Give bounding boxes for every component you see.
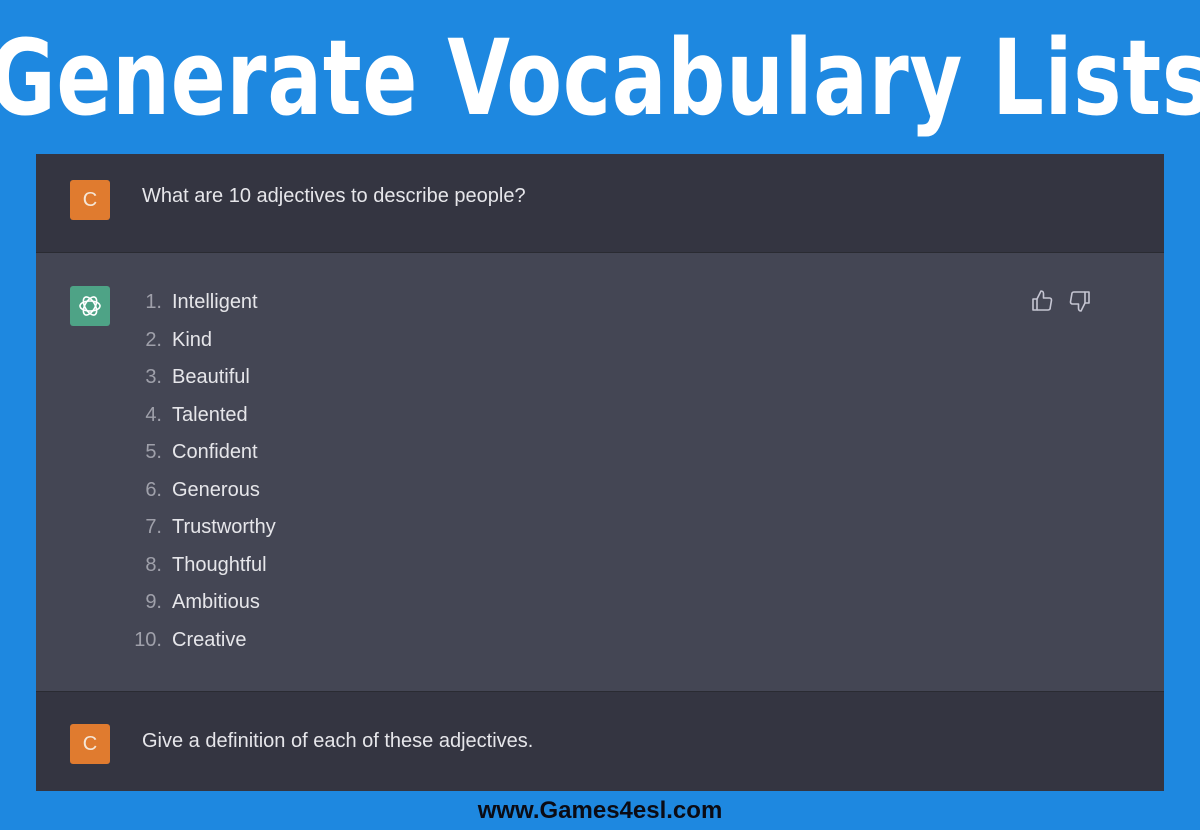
openai-logo-icon	[70, 286, 110, 326]
adjective-list: 1. Intelligent 2. Kind 3. Beautiful 4. Talen…	[126, 291, 276, 666]
banner-title: Generate Vocabulary Lists	[0, 16, 1200, 139]
assistant-message: 1. Intelligent 2. Kind 3. Beautiful 4. Talen…	[36, 253, 1164, 691]
user-message: C What are 10 adjectives to describe peo…	[36, 154, 1164, 253]
user-avatar: C	[70, 724, 110, 764]
list-item: 2. Kind	[145, 328, 213, 351]
user-message: C Give a definition of each of these adj…	[36, 691, 1164, 791]
list-item: 9. Ambitious	[145, 591, 260, 613]
list-item: 1. Intelligent	[145, 291, 258, 313]
list-item: 3. Beautiful	[145, 366, 250, 388]
list-item: 10. Creative	[134, 628, 247, 651]
list-item: 4. Talented	[145, 403, 248, 426]
footer-url: www.Games4esl.com	[477, 796, 723, 824]
list-item: 7. Trustworthy	[145, 516, 276, 538]
thumbs-down-icon[interactable]	[1068, 289, 1092, 313]
feedback-buttons	[1030, 289, 1092, 313]
user-avatar: C	[70, 180, 110, 220]
list-item: 8. Thoughtful	[145, 553, 267, 576]
thumbs-up-icon[interactable]	[1030, 289, 1054, 313]
user-message-text: What are 10 adjectives to describe peopl…	[142, 185, 526, 207]
list-item: 6. Generous	[145, 478, 260, 501]
chat-window: C What are 10 adjectives to describe peo…	[36, 154, 1164, 791]
user-message-text: Give a definition of each of these adjec…	[142, 730, 534, 752]
list-item: 5. Confident	[145, 441, 258, 463]
